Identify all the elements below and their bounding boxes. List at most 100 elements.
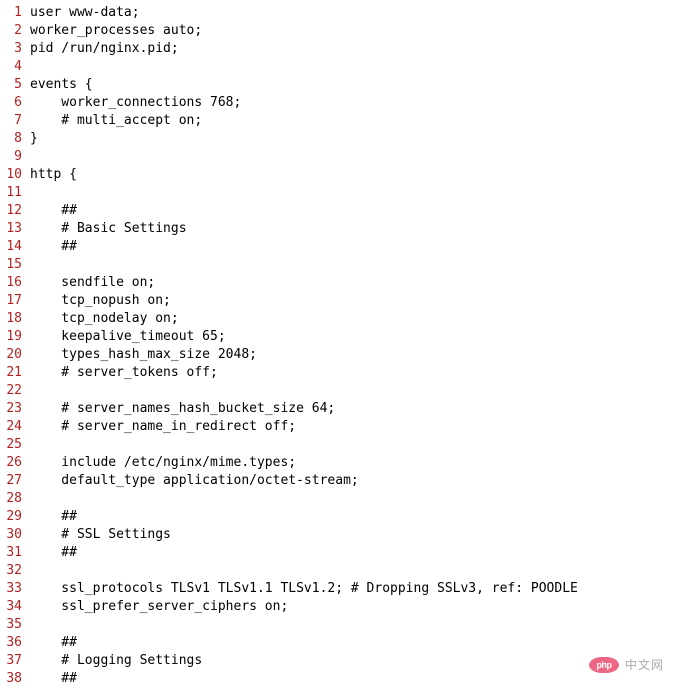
line-number: 18 (0, 310, 30, 328)
line-content: # multi_accept on; (30, 112, 202, 130)
line-content: } (30, 130, 38, 148)
code-line: 15 (0, 256, 674, 274)
code-line: 18 tcp_nodelay on; (0, 310, 674, 328)
code-line: 10http { (0, 166, 674, 184)
line-number: 33 (0, 580, 30, 598)
line-number: 20 (0, 346, 30, 364)
code-line: 6 worker_connections 768; (0, 94, 674, 112)
line-content: worker_processes auto; (30, 22, 202, 40)
line-number: 7 (0, 112, 30, 130)
line-number: 31 (0, 544, 30, 562)
line-number: 35 (0, 616, 30, 634)
code-line: 20 types_hash_max_size 2048; (0, 346, 674, 364)
line-content: tcp_nodelay on; (30, 310, 179, 328)
line-number: 11 (0, 184, 30, 202)
line-content: ## (30, 670, 77, 688)
line-number: 34 (0, 598, 30, 616)
code-line: 26 include /etc/nginx/mime.types; (0, 454, 674, 472)
line-number: 1 (0, 4, 30, 22)
code-line: 7 # multi_accept on; (0, 112, 674, 130)
line-number: 27 (0, 472, 30, 490)
line-content: user www-data; (30, 4, 140, 22)
code-line: 23 # server_names_hash_bucket_size 64; (0, 400, 674, 418)
line-number: 4 (0, 58, 30, 76)
line-number: 14 (0, 238, 30, 256)
line-content: ## (30, 544, 77, 562)
code-line: 36 ## (0, 634, 674, 652)
line-number: 13 (0, 220, 30, 238)
line-number: 38 (0, 670, 30, 688)
code-line: 33 ssl_protocols TLSv1 TLSv1.1 TLSv1.2; … (0, 580, 674, 598)
code-line: 32 (0, 562, 674, 580)
code-line: 13 # Basic Settings (0, 220, 674, 238)
code-line: 34 ssl_prefer_server_ciphers on; (0, 598, 674, 616)
code-line: 37 # Logging Settings (0, 652, 674, 670)
line-number: 21 (0, 364, 30, 382)
code-line: 16 sendfile on; (0, 274, 674, 292)
code-line: 22 (0, 382, 674, 400)
line-content: sendfile on; (30, 274, 155, 292)
code-line: 25 (0, 436, 674, 454)
code-line: 19 keepalive_timeout 65; (0, 328, 674, 346)
line-number: 6 (0, 94, 30, 112)
line-number: 30 (0, 526, 30, 544)
line-number: 36 (0, 634, 30, 652)
line-content: # Logging Settings (30, 652, 202, 670)
code-line: 14 ## (0, 238, 674, 256)
code-line: 5events { (0, 76, 674, 94)
line-number: 23 (0, 400, 30, 418)
line-number: 10 (0, 166, 30, 184)
code-line: 12 ## (0, 202, 674, 220)
code-line: 3pid /run/nginx.pid; (0, 40, 674, 58)
code-line: 17 tcp_nopush on; (0, 292, 674, 310)
code-line: 11 (0, 184, 674, 202)
line-number: 22 (0, 382, 30, 400)
code-line: 27 default_type application/octet-stream… (0, 472, 674, 490)
code-line: 1user www-data; (0, 4, 674, 22)
line-number: 26 (0, 454, 30, 472)
line-content: # server_name_in_redirect off; (30, 418, 296, 436)
code-line: 38 ## (0, 670, 674, 688)
line-content: ## (30, 202, 77, 220)
line-content: worker_connections 768; (30, 94, 241, 112)
code-block: 1user www-data;2worker_processes auto;3p… (0, 4, 674, 688)
code-line: 2worker_processes auto; (0, 22, 674, 40)
line-number: 24 (0, 418, 30, 436)
line-content: ssl_prefer_server_ciphers on; (30, 598, 288, 616)
code-line: 28 (0, 490, 674, 508)
line-content: http { (30, 166, 77, 184)
line-number: 28 (0, 490, 30, 508)
code-line: 24 # server_name_in_redirect off; (0, 418, 674, 436)
code-line: 31 ## (0, 544, 674, 562)
line-content: keepalive_timeout 65; (30, 328, 226, 346)
line-content: tcp_nopush on; (30, 292, 171, 310)
line-content: # SSL Settings (30, 526, 171, 544)
line-number: 15 (0, 256, 30, 274)
code-line: 8} (0, 130, 674, 148)
code-line: 30 # SSL Settings (0, 526, 674, 544)
line-number: 32 (0, 562, 30, 580)
line-content: # server_tokens off; (30, 364, 218, 382)
line-content: types_hash_max_size 2048; (30, 346, 257, 364)
line-number: 17 (0, 292, 30, 310)
line-number: 2 (0, 22, 30, 40)
line-number: 5 (0, 76, 30, 94)
line-number: 9 (0, 148, 30, 166)
line-number: 29 (0, 508, 30, 526)
line-content: events { (30, 76, 93, 94)
code-line: 29 ## (0, 508, 674, 526)
line-content: default_type application/octet-stream; (30, 472, 359, 490)
line-content: ## (30, 238, 77, 256)
line-number: 16 (0, 274, 30, 292)
line-content: ## (30, 508, 77, 526)
line-number: 19 (0, 328, 30, 346)
line-number: 8 (0, 130, 30, 148)
code-line: 4 (0, 58, 674, 76)
line-content: ssl_protocols TLSv1 TLSv1.1 TLSv1.2; # D… (30, 580, 578, 598)
code-line: 9 (0, 148, 674, 166)
line-number: 12 (0, 202, 30, 220)
code-line: 21 # server_tokens off; (0, 364, 674, 382)
code-line: 35 (0, 616, 674, 634)
line-content: ## (30, 634, 77, 652)
line-number: 25 (0, 436, 30, 454)
